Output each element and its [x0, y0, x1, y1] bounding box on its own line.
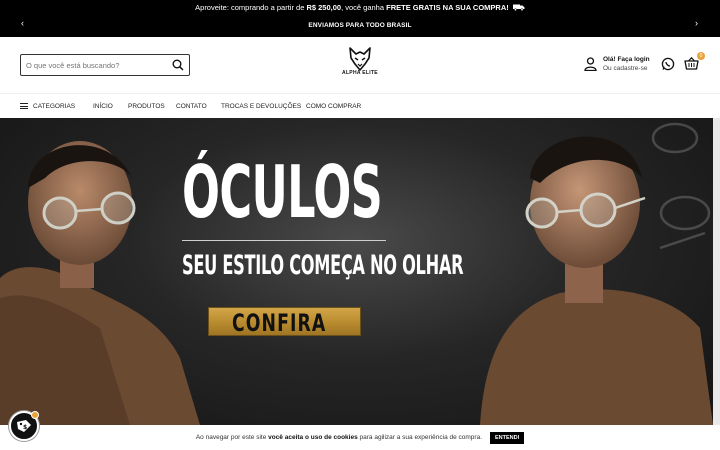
cookie-text-bold: você aceita o uso de cookies: [268, 434, 358, 441]
cookie-text-post: para agilizar a sua experiência de compr…: [357, 434, 483, 441]
nav-item-trocas-devolucoes[interactable]: TROCAS E DEVOLUÇÕES: [221, 103, 301, 110]
nav-item-como-comprar[interactable]: COMO COMPRAR: [306, 103, 361, 110]
logo-text: ALPHA ELITE: [342, 70, 378, 76]
promo-amount: R$ 250,00: [306, 3, 342, 12]
site-logo[interactable]: ALPHA ELITE: [340, 46, 380, 86]
carousel-scrollbar[interactable]: [713, 118, 720, 425]
cart-icon[interactable]: [684, 56, 699, 75]
promo-prev-button[interactable]: ‹: [21, 18, 24, 28]
hero-banner[interactable]: ÓCULOS SEU ESTILO COMEÇA NO OLHAR CONFIR…: [0, 118, 713, 425]
hamburger-icon: [20, 103, 28, 109]
promo-shipping-notice: ENVIAMOS PARA TODO BRASIL: [308, 22, 412, 29]
nav-item-produtos[interactable]: PRODUTOS: [128, 103, 165, 110]
account-login[interactable]: Olá! Faça login Ou cadastre-se: [584, 55, 650, 73]
cart-count-badge: 0: [697, 52, 705, 60]
promo-message: Aproveite: comprando a partir de R$ 250,…: [0, 3, 720, 13]
discount-tag-icon: $: [17, 420, 31, 432]
main-nav: CATEGORIAS INÍCIO PRODUTOS CONTATO TROCA…: [0, 93, 720, 118]
hero-divider: [182, 240, 386, 241]
model-right-image: [480, 122, 713, 425]
promo-text-mid: , você ganha: [341, 3, 387, 12]
cookie-text-pre: Ao navegar por este site: [195, 434, 269, 441]
whatsapp-icon[interactable]: [661, 57, 675, 76]
truck-icon: [512, 4, 525, 13]
search-box: [20, 54, 190, 76]
cookie-accept-button[interactable]: ENTENDI: [490, 431, 525, 444]
model-left-image: [0, 141, 200, 425]
site-header: ALPHA ELITE Olá! Faça login Ou cadastre-…: [0, 37, 720, 93]
nav-item-contato[interactable]: CONTATO: [176, 103, 207, 110]
categories-menu[interactable]: CATEGORIAS: [20, 103, 75, 110]
hero-subtitle: SEU ESTILO COMEÇA NO OLHAR: [182, 250, 464, 281]
confira-label: CONFIRA: [232, 309, 327, 337]
svg-text:$: $: [23, 424, 27, 431]
register-link[interactable]: Ou cadastre-se: [603, 64, 650, 73]
user-icon: [584, 57, 597, 71]
wolf-logo-icon: [349, 47, 371, 71]
promo-notification-badge: [31, 411, 39, 419]
cookie-consent-bar: Ao navegar por este site você aceita o u…: [0, 425, 720, 450]
search-icon[interactable]: [169, 56, 187, 74]
promo-free-shipping: FRETE GRATIS NA SUA COMPRA!: [386, 3, 509, 12]
hero-title: ÓCULOS: [182, 150, 383, 234]
promo-text: Aproveite: comprando a partir de: [195, 3, 307, 12]
promo-next-button[interactable]: ›: [695, 18, 698, 28]
categories-label: CATEGORIAS: [33, 102, 76, 110]
search-input[interactable]: [21, 60, 169, 70]
promo-bar: Aproveite: comprando a partir de R$ 250,…: [0, 0, 720, 37]
confira-button[interactable]: CONFIRA: [208, 307, 361, 336]
nav-item-inicio[interactable]: INÍCIO: [93, 103, 113, 110]
cookie-message: Ao navegar por este site você aceita o u…: [196, 434, 482, 441]
login-link[interactable]: Olá! Faça login: [603, 55, 650, 64]
